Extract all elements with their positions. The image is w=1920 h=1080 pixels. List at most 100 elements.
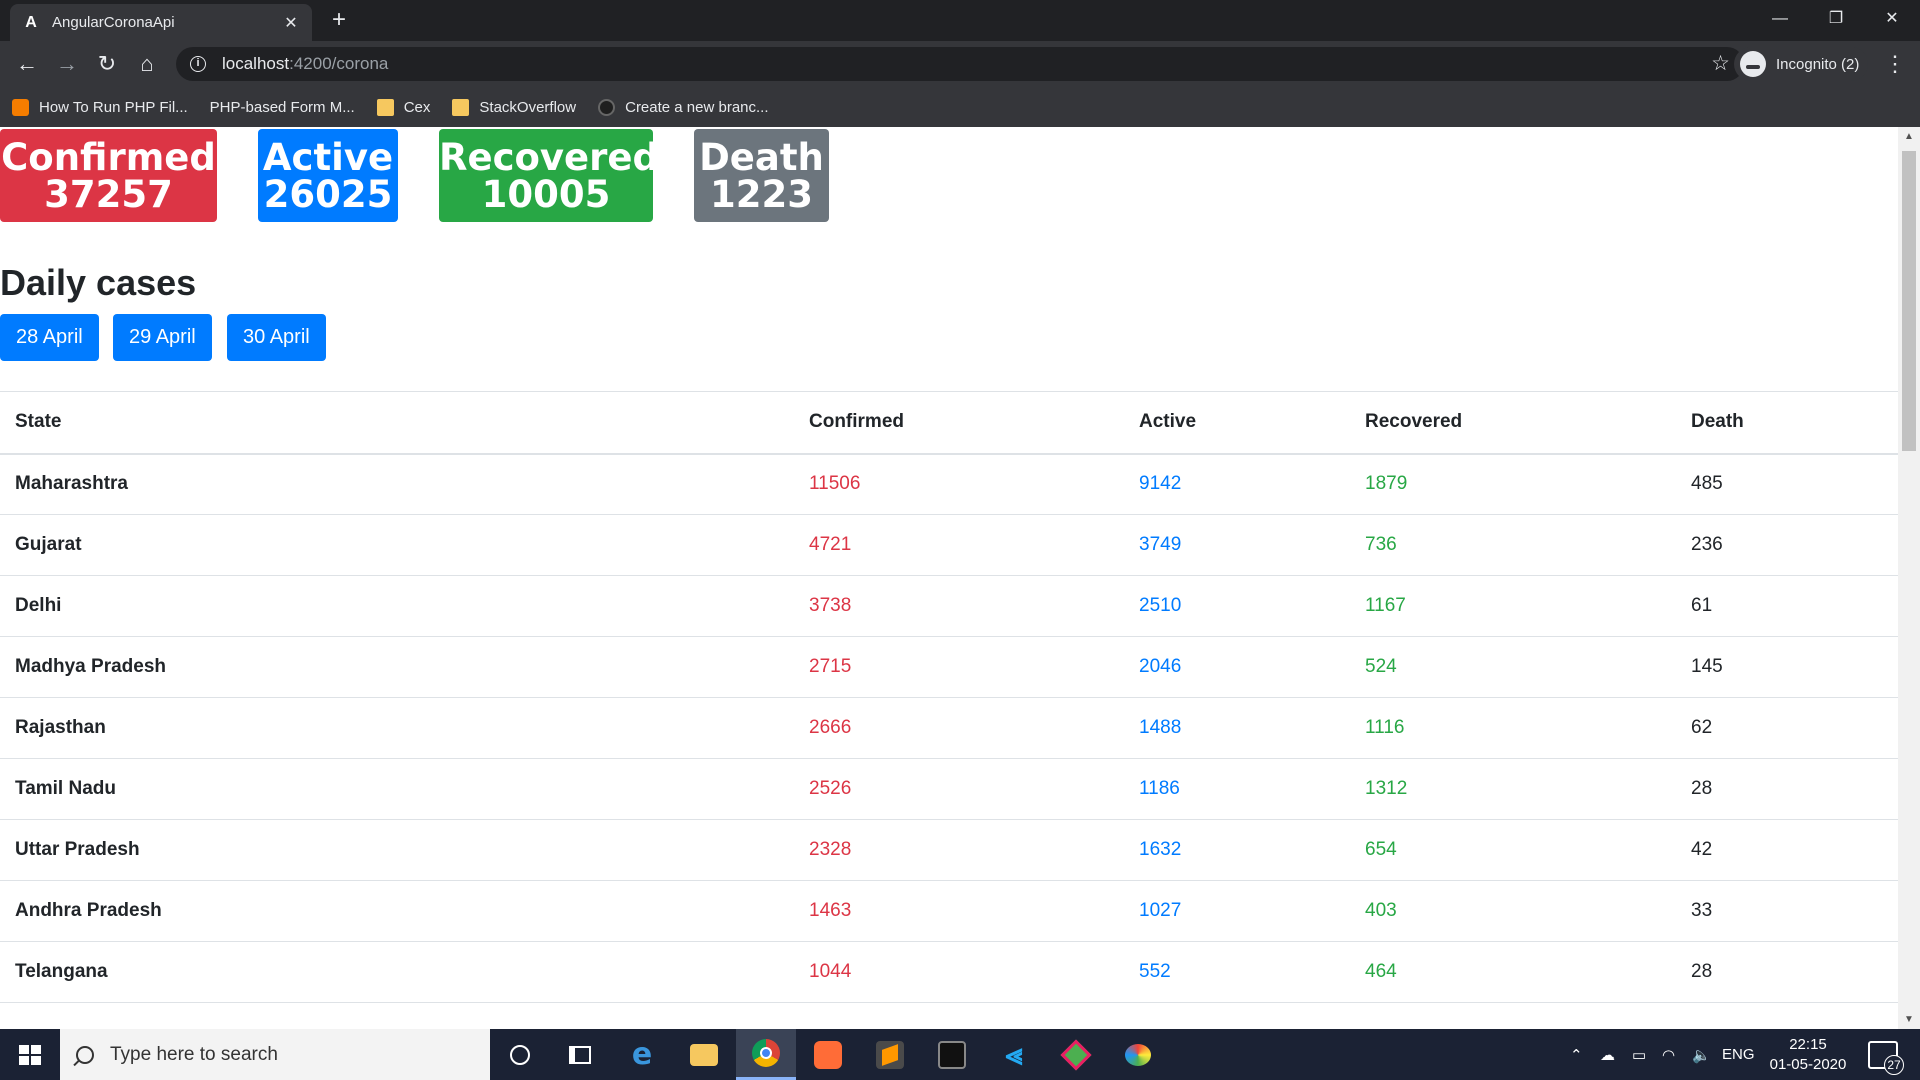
- cell-state: Andhra Pradesh: [0, 880, 794, 942]
- cell-confirmed: 11506: [794, 453, 1124, 515]
- folder-icon: [376, 98, 394, 116]
- back-icon[interactable]: ←: [12, 49, 42, 79]
- search-icon: [76, 1045, 94, 1064]
- cell-death: 28: [1676, 941, 1898, 1003]
- postman-icon[interactable]: [798, 1029, 858, 1080]
- confirmed-stat-card: Confirmed 37257: [0, 129, 217, 222]
- language-indicator[interactable]: ENG: [1722, 1029, 1755, 1080]
- browser-tab-bar: A AngularCoronaApi ✕ + — ❐ ✕: [0, 0, 1920, 41]
- sublime-text-icon[interactable]: [860, 1029, 920, 1080]
- url-path: :4200/corona: [289, 54, 389, 73]
- cell-death: 485: [1676, 453, 1898, 515]
- death-stat-label: Death: [699, 136, 824, 179]
- bookmark-item[interactable]: PHP-based Form M...: [0, 98, 355, 231]
- daily-cases-heading: Daily cases: [0, 262, 197, 303]
- cell-death: 236: [1676, 514, 1898, 576]
- confirmed-stat-value: 37257: [44, 173, 173, 216]
- cell-state: Madhya Pradesh: [0, 636, 794, 698]
- terminal-icon[interactable]: [922, 1029, 982, 1080]
- date-button-29-april[interactable]: 29 April: [113, 314, 212, 361]
- notification-count: 27: [1884, 1055, 1904, 1075]
- start-button[interactable]: [0, 1029, 60, 1080]
- cell-death: 42: [1676, 819, 1898, 881]
- system-clock[interactable]: 22:15 01-05-2020: [1762, 1035, 1854, 1075]
- vscode-icon[interactable]: ⪡: [984, 1029, 1044, 1080]
- home-icon[interactable]: ⌂: [132, 49, 162, 79]
- header-death: Death: [1676, 391, 1898, 455]
- cell-state: Tamil Nadu: [0, 758, 794, 820]
- scroll-down-icon[interactable]: ▼: [1903, 1014, 1915, 1025]
- chrome-icon[interactable]: [736, 1029, 796, 1080]
- cell-death: 62: [1676, 697, 1898, 759]
- cell-active: 9142: [1124, 453, 1350, 515]
- chrome-menu-icon[interactable]: ⋮: [1884, 49, 1906, 79]
- new-tab-button[interactable]: +: [326, 8, 352, 34]
- browser-tab[interactable]: A AngularCoronaApi ✕: [10, 4, 312, 41]
- browser-toolbar: ← → ↻ ⌂ i localhost:4200/corona ☆ Incogn…: [0, 41, 1920, 87]
- table-row: Telangana 1044 552 464 28: [0, 941, 1898, 1003]
- recovered-stat-value: 10005: [481, 173, 611, 216]
- bookmark-item[interactable]: Cex: [376, 98, 431, 116]
- bookmark-item[interactable]: Create a new branc...: [598, 98, 769, 116]
- bookmarks-bar: How To Run PHP Fil... PHP-based Form M..…: [0, 87, 1920, 231]
- paint-icon[interactable]: [1108, 1029, 1168, 1080]
- show-hidden-icons[interactable]: ⌃: [1570, 1029, 1583, 1080]
- header-active: Active: [1124, 391, 1350, 455]
- table-row: Delhi 3738 2510 1167 61: [0, 575, 1898, 637]
- github-icon: [598, 98, 616, 116]
- incognito-button[interactable]: Incognito (2): [1734, 47, 1868, 81]
- cell-recovered: 524: [1350, 636, 1676, 698]
- bookmark-label: Cex: [403, 98, 431, 116]
- scrollbar-thumb[interactable]: [1902, 151, 1916, 451]
- table-row: Rajasthan 2666 1488 1116 62: [0, 697, 1898, 759]
- angular-icon: A: [25, 13, 37, 31]
- bookmark-star-icon[interactable]: ☆: [1711, 51, 1730, 76]
- bookmark-label: StackOverflow: [479, 98, 577, 116]
- bookmark-label: PHP-based Form M...: [209, 98, 355, 116]
- task-view-icon[interactable]: [550, 1029, 610, 1080]
- volume-icon[interactable]: 🔈: [1692, 1029, 1711, 1080]
- address-bar[interactable]: i localhost:4200/corona ☆: [176, 47, 1744, 81]
- header-recovered: Recovered: [1350, 391, 1676, 455]
- cell-recovered: 403: [1350, 880, 1676, 942]
- file-explorer-icon[interactable]: [674, 1029, 734, 1080]
- scroll-up-icon[interactable]: ▲: [1903, 131, 1915, 142]
- cell-confirmed: 2328: [794, 819, 1124, 881]
- reload-icon[interactable]: ↻: [92, 49, 122, 79]
- close-tab-icon[interactable]: ✕: [282, 13, 300, 33]
- edge-icon[interactable]: e: [612, 1029, 672, 1080]
- bookmark-item[interactable]: How To Run PHP Fil...: [12, 98, 188, 116]
- cell-confirmed: 2715: [794, 636, 1124, 698]
- cell-state: Gujarat: [0, 514, 794, 576]
- cell-confirmed: 1463: [794, 880, 1124, 942]
- notification-center-icon[interactable]: 27: [1868, 1041, 1904, 1075]
- site-info-icon[interactable]: i: [190, 56, 206, 72]
- cell-active: 2510: [1124, 575, 1350, 637]
- onedrive-icon[interactable]: ☁: [1600, 1029, 1615, 1080]
- table-row: Tamil Nadu 2526 1186 1312 28: [0, 758, 1898, 820]
- forward-icon[interactable]: →: [52, 49, 82, 79]
- search-placeholder: Type here to search: [110, 1043, 278, 1065]
- battery-icon[interactable]: ▭: [1632, 1029, 1646, 1080]
- cell-confirmed: 1044: [794, 941, 1124, 1003]
- death-stat-card: Death 1223: [694, 129, 829, 222]
- cell-active: 552: [1124, 941, 1350, 1003]
- taskbar-search-box[interactable]: Type here to search: [60, 1029, 490, 1080]
- bookmark-item[interactable]: StackOverflow: [452, 98, 577, 116]
- table-header-row: State Confirmed Active Recovered Death: [0, 391, 1898, 455]
- page-scrollbar[interactable]: ▲ ▼: [1898, 127, 1920, 1029]
- date-button-30-april[interactable]: 30 April: [227, 314, 326, 361]
- cell-active: 1027: [1124, 880, 1350, 942]
- cortana-icon[interactable]: [490, 1029, 550, 1080]
- clock-date: 01-05-2020: [1769, 1056, 1847, 1073]
- minimize-icon[interactable]: —: [1752, 0, 1808, 41]
- restore-icon[interactable]: ❐: [1808, 0, 1864, 41]
- git-kraken-icon[interactable]: [1046, 1029, 1106, 1080]
- cell-active: 1632: [1124, 819, 1350, 881]
- header-confirmed: Confirmed: [794, 391, 1124, 455]
- close-window-icon[interactable]: ✕: [1864, 0, 1920, 41]
- cell-state: Uttar Pradesh: [0, 819, 794, 881]
- active-stat-card: Active 26025: [258, 129, 398, 222]
- date-button-28-april[interactable]: 28 April: [0, 314, 99, 361]
- wifi-icon[interactable]: ◠: [1662, 1029, 1675, 1080]
